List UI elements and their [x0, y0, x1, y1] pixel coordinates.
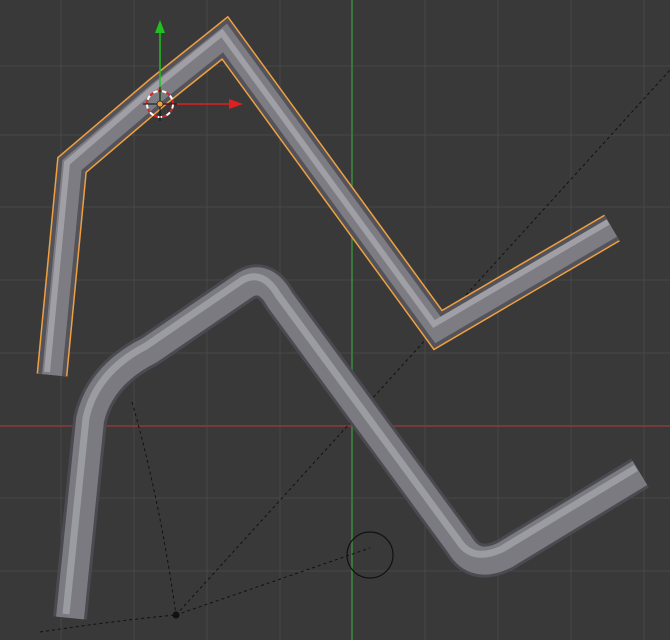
viewport-grid — [0, 0, 670, 640]
curve-beveled[interactable] — [53, 264, 649, 620]
3d-viewport[interactable] — [0, 0, 670, 640]
gizmo-y-arrow-icon[interactable] — [155, 20, 165, 33]
curve-selected[interactable] — [36, 15, 620, 377]
object-origin-dot — [156, 100, 164, 108]
camera-pivot-icon[interactable] — [172, 611, 180, 619]
gizmo-x-arrow-icon[interactable] — [229, 99, 243, 109]
